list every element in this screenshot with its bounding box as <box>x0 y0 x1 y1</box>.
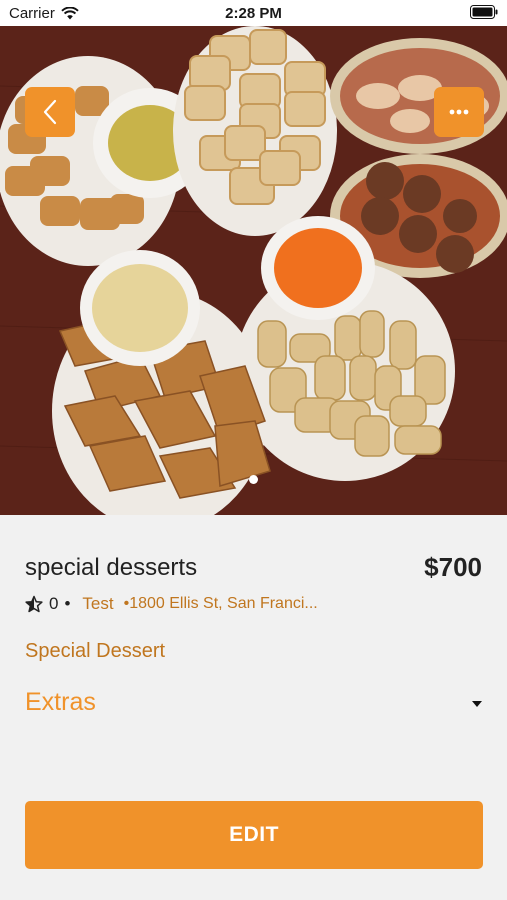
back-button[interactable] <box>25 87 75 137</box>
meta-separator: • <box>64 594 71 613</box>
carrier-info: Carrier <box>9 5 79 22</box>
wifi-icon <box>61 7 79 20</box>
item-category[interactable]: Special Dessert <box>25 640 165 663</box>
food-photo-illustration <box>0 26 507 515</box>
food-photo[interactable] <box>0 26 507 515</box>
carrier-label: Carrier <box>9 5 55 22</box>
status-bar: Carrier 2:28 PM <box>0 0 507 26</box>
vendor-link[interactable]: Test <box>82 594 113 614</box>
star-half-icon <box>25 595 43 613</box>
ellipsis-icon <box>449 109 469 115</box>
page-dot-active[interactable] <box>249 475 258 484</box>
more-options-button[interactable] <box>434 87 484 137</box>
image-page-indicator[interactable] <box>0 475 507 484</box>
rating-value: 0 <box>49 594 59 613</box>
item-price: $700 <box>424 552 482 582</box>
caret-down-icon[interactable] <box>472 701 482 707</box>
item-title: special desserts <box>25 554 198 581</box>
address-link[interactable]: •1800 Ellis St, San Franci... <box>124 595 318 613</box>
battery-icon <box>470 5 498 23</box>
chevron-left-icon <box>43 99 57 125</box>
item-details: special desserts $700 0 • Test •1800 Ell… <box>0 515 507 900</box>
item-meta-row: 0 • Test •1800 Ellis St, San Franci... <box>25 594 318 614</box>
edit-button[interactable]: EDIT <box>25 801 483 869</box>
extras-dropdown-label[interactable]: Extras <box>25 688 96 717</box>
